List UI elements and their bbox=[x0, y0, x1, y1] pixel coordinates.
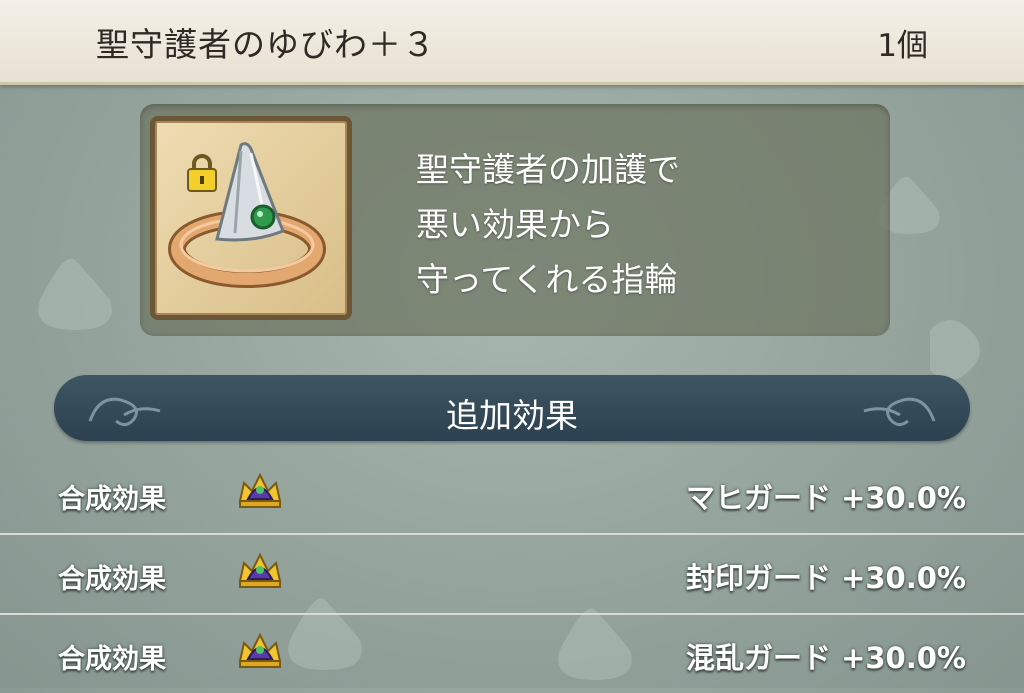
effects-list: 合成効果 マヒガード +30.0% 合成効果 封印ガード +30.0% 合成効果… bbox=[0, 455, 1024, 693]
effect-label: 合成効果 bbox=[58, 484, 166, 515]
flourish-right-icon bbox=[863, 397, 936, 426]
description-line: 聖守護者の加護で bbox=[416, 150, 680, 189]
effect-label: 合成効果 bbox=[58, 644, 166, 675]
effect-row: 合成効果 混乱ガード +30.0% bbox=[0, 615, 1024, 693]
effect-value: マヒガード +30.0% bbox=[685, 481, 966, 515]
section-title: 追加効果 bbox=[446, 396, 578, 435]
effect-row: 合成効果 マヒガード +30.0% bbox=[0, 455, 1024, 535]
ring-icon bbox=[168, 142, 326, 288]
item-icon-frame[interactable] bbox=[150, 116, 352, 320]
item-count: 1個 bbox=[877, 28, 928, 64]
crown-icon bbox=[238, 552, 282, 588]
effect-value: 封印ガード +30.0% bbox=[685, 561, 966, 595]
effect-value: 混乱ガード +30.0% bbox=[685, 641, 966, 675]
item-name: 聖守護者のゆびわ＋３ bbox=[96, 25, 436, 64]
description-line: 守ってくれる指輪 bbox=[416, 260, 678, 299]
crown-icon bbox=[238, 632, 282, 668]
additional-effects-banner: 追加効果 bbox=[54, 375, 970, 441]
description-line: 悪い効果から bbox=[416, 205, 614, 244]
item-description: 聖守護者の加護で 悪い効果から 守ってくれる指輪 bbox=[416, 142, 680, 307]
effect-label: 合成効果 bbox=[58, 564, 166, 595]
item-header: 聖守護者のゆびわ＋３ 1個 bbox=[0, 0, 1024, 85]
crown-icon bbox=[238, 472, 282, 508]
effect-row: 合成効果 封印ガード +30.0% bbox=[0, 535, 1024, 615]
padlock-icon bbox=[187, 154, 217, 192]
